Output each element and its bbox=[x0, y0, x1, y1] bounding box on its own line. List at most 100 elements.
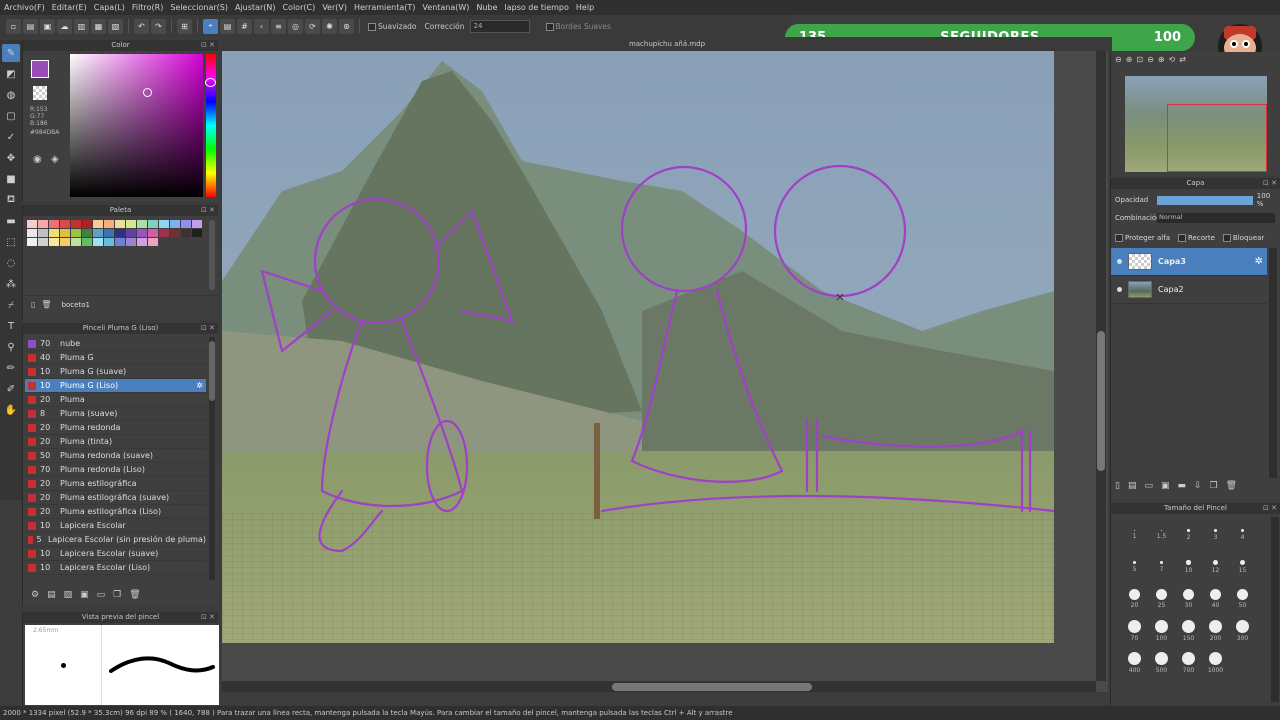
layer-folder-icon[interactable]: ▬ bbox=[1178, 481, 1187, 491]
menu-item[interactable]: Editar(E) bbox=[52, 3, 87, 12]
brush-size-option[interactable]: 20 bbox=[1121, 584, 1148, 614]
brush-list-item[interactable]: 20 Pluma bbox=[25, 393, 206, 407]
layer-settings-icon[interactable]: ✲ bbox=[1255, 256, 1263, 267]
brush-size-option[interactable]: 2 bbox=[1175, 520, 1202, 550]
palette-swatch[interactable] bbox=[27, 238, 37, 246]
panel-close-icon[interactable]: ⊡ ✕ bbox=[1263, 503, 1277, 514]
brush-size-option[interactable]: 1.5 bbox=[1148, 520, 1175, 550]
perspective-icon[interactable]: ‹ bbox=[254, 18, 269, 34]
palette-swatch[interactable] bbox=[27, 220, 37, 228]
palette-swatch[interactable] bbox=[137, 229, 147, 237]
zoom-plus-icon[interactable]: ⊕ bbox=[1158, 55, 1165, 69]
brush-list-item[interactable]: 20 Pluma estilográfica (suave) bbox=[25, 491, 206, 505]
palette-swatch[interactable] bbox=[104, 238, 114, 246]
palette-swatch[interactable] bbox=[60, 229, 70, 237]
background-color-swatch[interactable] bbox=[33, 86, 47, 100]
palette-swatch[interactable] bbox=[126, 220, 136, 228]
brush-size-option[interactable]: 100 bbox=[1148, 616, 1175, 646]
zoom-tool-icon[interactable]: ⚲ bbox=[2, 338, 20, 356]
brush-list-item[interactable]: 10 Lapicera Escolar (suave) bbox=[25, 547, 206, 561]
zoom-in-icon[interactable]: ⊕ bbox=[1126, 55, 1133, 69]
palette-swatch[interactable] bbox=[115, 238, 125, 246]
brush-scroll-thumb[interactable] bbox=[209, 341, 215, 401]
new-raster-layer-icon[interactable]: ▯ bbox=[1115, 481, 1120, 491]
brush-list-item[interactable]: 5 Lapicera Escolar (sin presión de pluma) bbox=[25, 533, 206, 547]
palette-swatch[interactable] bbox=[82, 229, 92, 237]
brush-size-option[interactable]: 70 bbox=[1121, 616, 1148, 646]
brush-copy-icon[interactable]: ▣ bbox=[80, 590, 89, 600]
brush-size-option[interactable]: 10 bbox=[1175, 552, 1202, 582]
menu-item[interactable]: Color(C) bbox=[282, 3, 315, 12]
brush-delete-icon[interactable]: 🗑 bbox=[129, 590, 140, 600]
eyedropper-mini-icon[interactable]: ◉ bbox=[33, 154, 42, 165]
blur-tool-icon[interactable]: ◍ bbox=[2, 86, 20, 104]
brush-size-scrollbar[interactable] bbox=[1271, 517, 1279, 702]
foreground-color-swatch[interactable] bbox=[31, 60, 49, 78]
palette-swatch[interactable] bbox=[170, 220, 180, 228]
delete-palette-icon[interactable]: 🗑 bbox=[41, 300, 51, 309]
select-check-icon[interactable]: ✓ bbox=[2, 128, 20, 146]
brush-list-item[interactable]: 10 Pluma G (suave) bbox=[25, 365, 206, 379]
panel-close-icon[interactable]: ⊡ ✕ bbox=[201, 40, 215, 51]
palette-swatch[interactable] bbox=[93, 238, 103, 246]
brush-size-option[interactable]: 150 bbox=[1175, 616, 1202, 646]
layer-delete-icon[interactable]: 🗑 bbox=[1226, 481, 1237, 491]
menu-item[interactable]: Ajustar(N) bbox=[235, 3, 276, 12]
brush-size-option[interactable]: 700 bbox=[1175, 648, 1202, 678]
palette-swatch[interactable] bbox=[71, 238, 81, 246]
brush-size-option[interactable]: 7 bbox=[1148, 552, 1175, 582]
undo-icon[interactable]: ↶ bbox=[134, 18, 149, 34]
palette-swatch[interactable] bbox=[93, 220, 103, 228]
menu-item[interactable]: Capa(L) bbox=[94, 3, 125, 12]
brush-duplicate-icon[interactable]: ❐ bbox=[113, 590, 121, 600]
shape-tool-icon[interactable]: ▢ bbox=[2, 107, 20, 125]
panel-close-icon[interactable]: ⊡ ✕ bbox=[1263, 178, 1277, 189]
zoom-out-icon[interactable]: ⊖ bbox=[1115, 55, 1122, 69]
layer-duplicate-icon[interactable]: ❐ bbox=[1210, 481, 1218, 491]
text-tool-icon[interactable]: T bbox=[2, 317, 20, 335]
menu-item[interactable]: Ver(V) bbox=[322, 3, 347, 12]
layer-mask-icon[interactable]: ▣ bbox=[1161, 481, 1170, 491]
fill-tool-icon[interactable]: ■ bbox=[2, 170, 20, 188]
panel-close-icon[interactable]: ⊡ ✕ bbox=[201, 205, 215, 216]
snap-icon[interactable]: ⌖ bbox=[203, 18, 218, 34]
brush-tool-icon[interactable]: ✐ bbox=[2, 380, 20, 398]
palette-swatch[interactable] bbox=[126, 229, 136, 237]
color-set-mini-icon[interactable]: ◈ bbox=[51, 154, 59, 165]
palette-swatch[interactable] bbox=[71, 220, 81, 228]
palette-swatch[interactable] bbox=[49, 229, 59, 237]
eraser-tool-icon[interactable]: ◩ bbox=[2, 65, 20, 83]
open-file-icon[interactable]: ▤ bbox=[23, 18, 38, 34]
export-icon[interactable]: ▥ bbox=[74, 18, 89, 34]
visibility-icon[interactable] bbox=[1117, 287, 1122, 292]
canvas-area[interactable] bbox=[222, 51, 1108, 692]
cloud-icon[interactable]: ☁ bbox=[57, 18, 72, 34]
palette-swatch[interactable] bbox=[27, 229, 37, 237]
new-vector-layer-icon[interactable]: ▤ bbox=[1128, 481, 1137, 491]
concentric-icon[interactable]: ◎ bbox=[288, 18, 303, 34]
layer-row-capa3[interactable]: Capa3 ✲ bbox=[1111, 248, 1267, 276]
parallel-icon[interactable]: ≡ bbox=[271, 18, 286, 34]
horizontal-scroll-thumb[interactable] bbox=[612, 683, 812, 691]
brush-list-item[interactable]: 10 Pluma G (Liso) ✲ bbox=[25, 379, 206, 393]
palette-swatch[interactable] bbox=[159, 229, 169, 237]
menu-item[interactable]: Seleccionar(S) bbox=[170, 3, 228, 12]
layer-name[interactable]: Capa2 bbox=[1158, 285, 1184, 294]
brush-size-option[interactable]: 1000 bbox=[1202, 648, 1229, 678]
hue-slider-handle[interactable] bbox=[205, 78, 216, 87]
palette-swatch[interactable] bbox=[159, 220, 169, 228]
palette-swatch[interactable] bbox=[71, 229, 81, 237]
palette-swatch[interactable] bbox=[60, 238, 70, 246]
brush-list-item[interactable]: 10 Lapicera Escolar (Liso) bbox=[25, 561, 206, 575]
brush-list-item[interactable]: 20 Pluma redonda bbox=[25, 421, 206, 435]
palette-swatch[interactable] bbox=[104, 220, 114, 228]
clipping-toggle[interactable]: Recorte bbox=[1178, 234, 1215, 242]
canvas-vertical-scrollbar[interactable] bbox=[1096, 51, 1106, 681]
palette-swatch[interactable] bbox=[148, 220, 158, 228]
palette-swatch[interactable] bbox=[115, 229, 125, 237]
smoothing-toggle[interactable]: Suavizado bbox=[368, 22, 417, 31]
brush-list-item[interactable]: 40 Pluma G bbox=[25, 351, 206, 365]
flip-view-icon[interactable]: ⇄ bbox=[1179, 55, 1186, 69]
menu-item[interactable]: Ventana(W) bbox=[422, 3, 469, 12]
new-palette-icon[interactable]: ▯ bbox=[31, 300, 35, 309]
